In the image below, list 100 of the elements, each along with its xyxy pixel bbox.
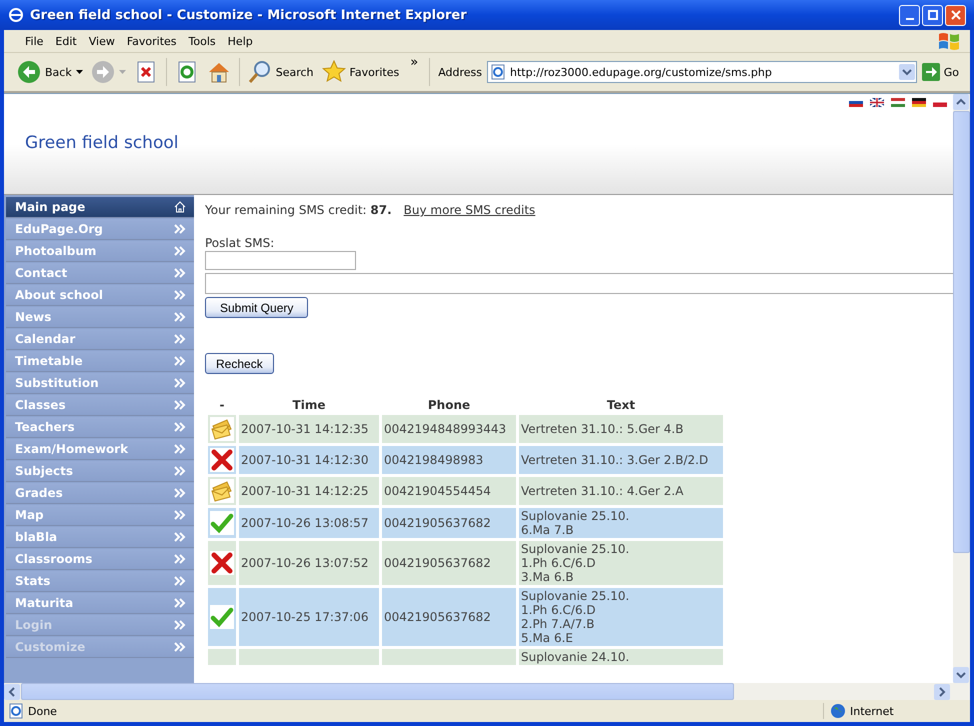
double-chevron-icon <box>174 399 186 411</box>
double-chevron-icon <box>174 619 186 631</box>
table-cell: 2007-10-25 17:37:06 <box>239 588 379 646</box>
go-button[interactable]: Go <box>918 61 962 83</box>
double-chevron-icon <box>174 575 186 587</box>
table-cell: Vertreten 31.10.: 5.Ger 4.B <box>519 415 723 443</box>
window-title: Green field school - Customize - Microsoft Internet Explorer <box>30 8 468 22</box>
flag-icon <box>870 98 884 107</box>
double-chevron-icon <box>174 267 186 279</box>
table-cell: Vertreten 31.10.: 3.Ger 2.B/2.D <box>519 446 723 474</box>
double-chevron-icon <box>174 377 186 389</box>
scroll-right-icon <box>934 684 950 700</box>
house-icon <box>206 60 231 84</box>
buy-credits-link[interactable]: Buy more SMS credits <box>404 203 536 217</box>
toolbar-overflow-button[interactable]: » <box>404 55 424 70</box>
column-header: - <box>218 398 226 412</box>
sidebar-item[interactable]: Map <box>6 505 194 526</box>
horizontal-scrollbar[interactable] <box>4 683 970 700</box>
flag-icon <box>912 98 926 107</box>
page-icon <box>8 703 24 719</box>
table-cell: 2007-10-26 13:08:57 <box>239 508 379 538</box>
sidebar-item[interactable]: Stats <box>6 571 194 592</box>
browser-logo-icon <box>8 7 24 23</box>
double-chevron-icon <box>174 223 186 235</box>
caret-icon <box>76 70 83 74</box>
sidebar-item[interactable]: blaBla <box>6 527 194 548</box>
sidebar-item[interactable]: Maturita <box>6 593 194 614</box>
sidebar-item[interactable]: Contact <box>6 263 194 284</box>
column-header: Phone <box>426 398 472 412</box>
double-chevron-icon <box>174 531 186 543</box>
table-cell: 00421905637682 <box>382 508 516 538</box>
back-button[interactable]: Back <box>14 58 86 86</box>
sidebar-item[interactable]: EduPage.Org <box>6 219 194 240</box>
column-header: Text <box>606 398 636 412</box>
sidebar-item[interactable]: Photoalbum <box>6 241 194 262</box>
address-field[interactable]: http://roz3000.edupage.org/customize/sms.php <box>487 61 917 83</box>
submit-button[interactable]: Submit Query <box>205 297 308 318</box>
search-button[interactable]: Search <box>244 58 317 86</box>
double-chevron-icon <box>174 245 186 257</box>
message-input[interactable] <box>205 273 953 294</box>
table-cell: 2007-10-26 13:07:52 <box>239 541 379 585</box>
home-icon <box>174 201 186 213</box>
table-cell: Suplovanie 24.10. <box>519 649 723 665</box>
recheck-button[interactable]: Recheck <box>205 353 274 374</box>
sidebar-item[interactable]: Classes <box>6 395 194 416</box>
scroll-left-icon <box>4 684 20 700</box>
search-icon <box>248 60 272 84</box>
sidebar-item[interactable]: Classrooms <box>6 549 194 570</box>
menu-item[interactable]: View <box>84 34 120 48</box>
double-chevron-icon <box>174 311 186 323</box>
caret-icon <box>118 70 126 74</box>
double-chevron-icon <box>174 465 186 477</box>
globe-icon <box>830 703 846 719</box>
minimize-icon <box>906 18 914 20</box>
table-cell: 00421905637682 <box>382 541 516 585</box>
sidebar-item[interactable]: Main page <box>6 197 194 218</box>
favorites-button[interactable]: Favorites <box>318 58 402 86</box>
credit-text: Your remaining SMS credit: 87. <box>205 203 392 217</box>
double-chevron-icon <box>174 333 186 345</box>
menu-item[interactable]: Edit <box>50 34 82 48</box>
table-cell: 00421905637682 <box>382 588 516 646</box>
scrollbar-thumb[interactable] <box>21 683 734 700</box>
menu-item[interactable]: File <box>20 34 48 48</box>
scroll-up-icon <box>953 94 969 110</box>
double-chevron-icon <box>174 509 186 521</box>
table-cell: 2007-10-31 14:12:30 <box>239 446 379 474</box>
double-chevron-icon <box>174 641 186 653</box>
sidebar-item[interactable]: Teachers <box>6 417 194 438</box>
windows-logo-icon <box>936 31 962 51</box>
address-label: Address <box>437 66 483 78</box>
sidebar-item[interactable]: About school <box>6 285 194 306</box>
double-chevron-icon <box>174 355 186 367</box>
flag-icon <box>891 98 905 107</box>
scrollbar-thumb[interactable] <box>953 111 970 553</box>
menu-item[interactable]: Favorites <box>122 34 182 48</box>
table-cell: Suplovanie 25.10. 1.Ph 6.C/6.D 2.Ph 7.A/7.B 5.Ma 6.E <box>519 588 723 646</box>
double-chevron-icon <box>174 487 186 499</box>
menu-item[interactable]: Tools <box>184 34 221 48</box>
zone-text: Internet <box>850 704 894 718</box>
table-cell: 0042194848993443 <box>382 415 516 443</box>
table-cell: 0042198498983 <box>382 446 516 474</box>
double-chevron-icon <box>174 289 186 301</box>
sidebar-item[interactable]: Timetable <box>6 351 194 372</box>
sidebar-item[interactable]: Calendar <box>6 329 194 350</box>
maximize-button[interactable] <box>922 4 943 26</box>
minimize-button[interactable] <box>899 4 920 26</box>
table-cell: Suplovanie 25.10. 6.Ma 7.B <box>519 508 723 538</box>
sidebar-item[interactable]: Subjects <box>6 461 194 482</box>
dropdown-icon <box>898 64 915 80</box>
vertical-scrollbar[interactable] <box>953 94 970 683</box>
menu-item[interactable]: Help <box>222 34 258 48</box>
phone-input[interactable] <box>205 251 356 270</box>
sidebar-item[interactable]: Substitution <box>6 373 194 394</box>
close-button[interactable] <box>945 4 966 26</box>
table-cell: 00421904554454 <box>382 477 516 505</box>
sidebar-item[interactable]: News <box>6 307 194 328</box>
sidebar-item[interactable]: Grades <box>6 483 194 504</box>
star-icon <box>322 60 346 84</box>
sidebar-item[interactable]: Exam/Homework <box>6 439 194 460</box>
table-cell: 2007-10-31 14:12:35 <box>239 415 379 443</box>
